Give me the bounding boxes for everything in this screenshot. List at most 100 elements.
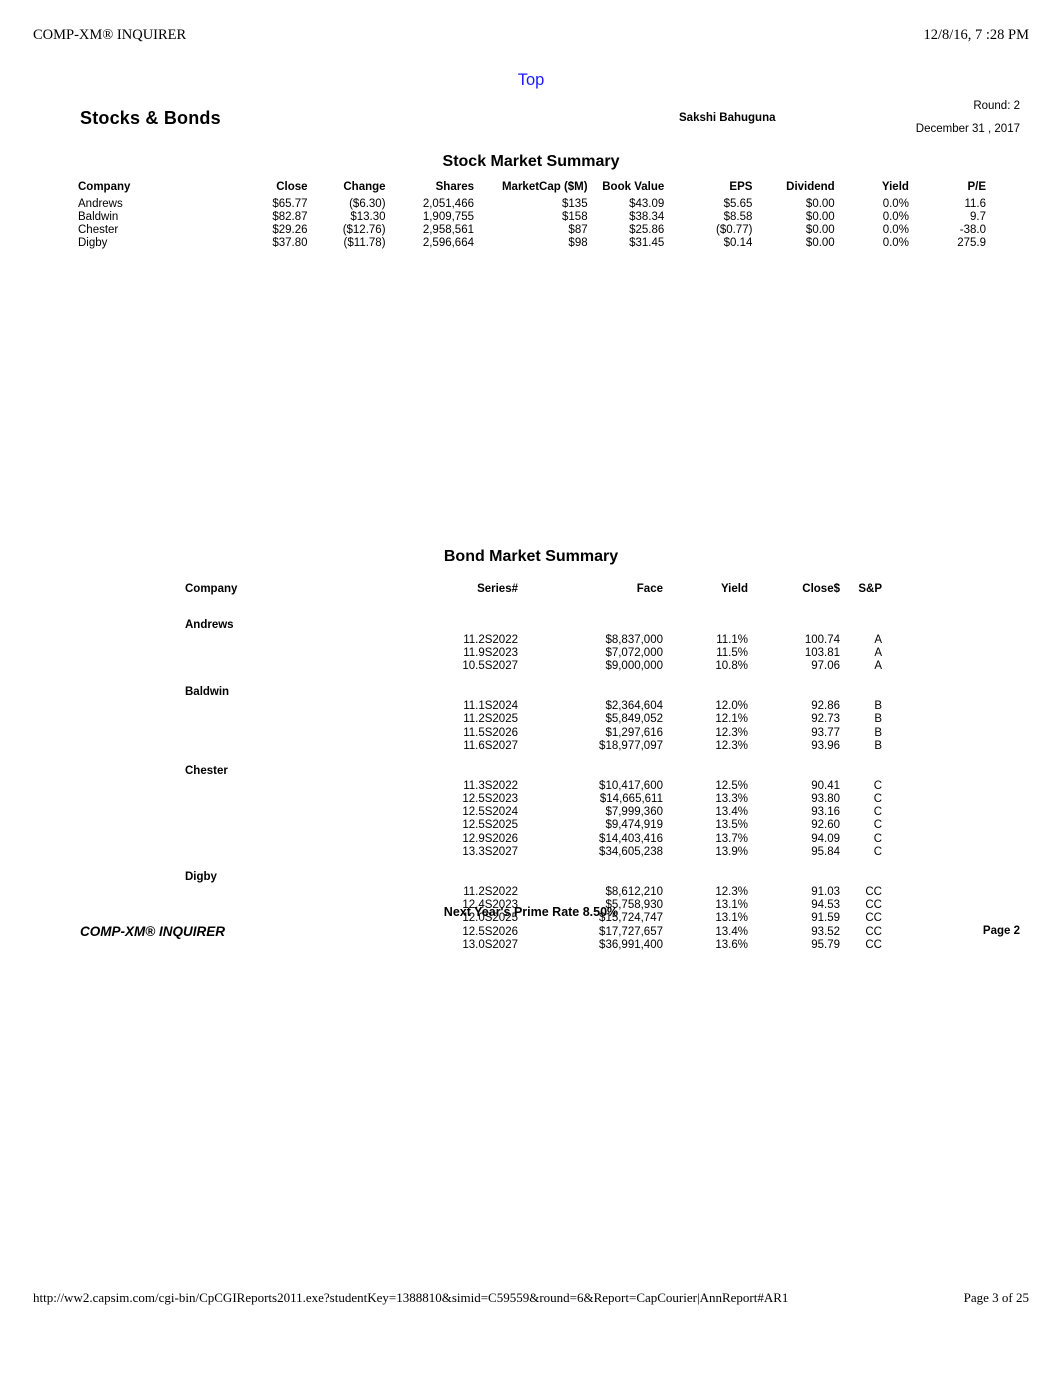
bond-cell-yield: 10.8% xyxy=(715,659,748,672)
bond-cell-sp: C xyxy=(873,806,882,819)
next-year-prime-rate: Next Year's Prime Rate 8.50% xyxy=(443,905,619,919)
bond-cell-yield: 13.4% xyxy=(715,806,748,819)
bond-cell-face: $14,403,416 xyxy=(599,832,663,845)
bond-cell-series: 11.5S2026 xyxy=(463,726,518,739)
bond-cell-series: 11.3S2022 xyxy=(463,779,518,792)
stock-col-yield: Yield xyxy=(881,181,909,193)
bond-cell-face: $10,417,600 xyxy=(599,779,663,792)
stock-col-book-value: Book Value xyxy=(602,181,665,193)
bond-group-company: Chester xyxy=(185,765,228,778)
bond-cell-face: $36,991,400 xyxy=(599,938,663,951)
bond-cell-close: 93.96 xyxy=(811,739,840,752)
bond-cell-close: 95.79 xyxy=(811,938,840,951)
bond-cell-company-indent xyxy=(185,806,375,819)
table-row: 11.2S2022 $8,837,000 11.1% 100.74 A xyxy=(185,633,882,646)
report-footer-page: Page 2 xyxy=(982,925,1020,937)
stock-cell-yield: 0.0% xyxy=(882,237,909,250)
bond-cell-face: $34,605,238 xyxy=(599,845,663,858)
bond-cell-close: 95.84 xyxy=(811,845,840,858)
table-row: 11.2S2025 $5,849,052 12.1% 92.73 B xyxy=(185,713,882,726)
bond-cell-series: 11.9S2023 xyxy=(463,646,518,659)
print-header-timestamp: 12/8/16, 7 :28 PM xyxy=(923,27,1029,43)
bond-cell-yield: 11.1% xyxy=(716,633,748,646)
table-row: 12.5S2023 $14,665,611 13.3% 93.80 C xyxy=(185,793,882,806)
stock-cell-marketcap: $87 xyxy=(568,223,588,236)
table-row: 13.0S2027 $36,991,400 13.6% 95.79 CC xyxy=(185,938,882,951)
bond-cell-sp: C xyxy=(873,845,882,858)
bond-cell-series: 13.0S2027 xyxy=(462,938,518,951)
bond-market-summary-table: Company Series# Face Yield Close$ S&P An… xyxy=(185,583,882,951)
stock-cell-company: Digby xyxy=(78,237,108,250)
stock-cell-dividend: $0.00 xyxy=(805,197,835,210)
stock-cell-pe: 11.6 xyxy=(964,197,986,210)
stock-cell-change: ($11.78) xyxy=(343,237,386,250)
stock-cell-dividend: $0.00 xyxy=(805,237,835,250)
stock-cell-company: Andrews xyxy=(78,197,123,210)
stock-market-summary-title: Stock Market Summary xyxy=(442,153,620,170)
bond-cell-face: $2,364,604 xyxy=(605,700,663,713)
bond-cell-company-indent xyxy=(185,819,375,832)
bond-cell-series: 12.5S2023 xyxy=(462,793,518,806)
bond-cell-yield: 12.3% xyxy=(715,886,748,899)
round-label: Round: 2 xyxy=(973,100,1020,112)
browser-print-footer: http://ww2.capsim.com/cgi-bin/CpCGIRepor… xyxy=(0,1290,1062,1312)
table-row: 11.6S2027 $18,977,097 12.3% 93.96 B xyxy=(185,739,882,752)
page-title: Stocks & Bonds xyxy=(80,108,221,128)
bond-cell-yield: 12.3% xyxy=(715,739,748,752)
bond-cell-yield: 12.5% xyxy=(715,779,748,792)
bond-cell-face: $1,297,616 xyxy=(605,726,663,739)
bond-cell-company-indent xyxy=(185,659,375,672)
bond-cell-sp: C xyxy=(873,832,882,845)
bond-cell-face: $8,837,000 xyxy=(605,633,663,646)
table-row: 12.5S2024 $7,999,360 13.4% 93.16 C xyxy=(185,806,882,819)
bond-group-header: Andrews xyxy=(185,611,882,633)
stock-cell-book-value: $25.86 xyxy=(629,223,665,236)
bond-cell-sp: CC xyxy=(865,938,882,951)
bond-cell-sp: A xyxy=(874,633,882,646)
table-row: Digby $37.80 ($11.78) 2,596,664 $98 $31.45 $0.… xyxy=(78,237,986,250)
bond-cell-close: 93.52 xyxy=(811,925,840,938)
bond-cell-yield: 12.3% xyxy=(715,726,748,739)
student-name: Sakshi Bahuguna xyxy=(679,112,776,124)
bond-col-close: Close$ xyxy=(802,583,840,595)
bond-cell-face: $8,612,210 xyxy=(605,886,663,899)
stock-col-shares: Shares xyxy=(435,181,474,193)
bond-cell-series: 11.2S2025 xyxy=(463,713,518,726)
table-row: 12.5S2026 $17,727,657 13.4% 93.52 CC xyxy=(185,925,882,938)
bond-cell-face: $18,977,097 xyxy=(599,739,663,752)
bond-group-header: Baldwin xyxy=(185,678,882,700)
stock-cell-dividend: $0.00 xyxy=(805,223,835,236)
bond-cell-series: 11.1S2024 xyxy=(463,700,518,713)
bond-col-sp: S&P xyxy=(858,583,882,595)
stock-cell-shares: 2,051,466 xyxy=(422,197,474,210)
bond-group-company: Andrews xyxy=(185,619,234,631)
bond-cell-company-indent xyxy=(185,726,375,739)
bond-group-header: Chester xyxy=(185,757,882,779)
table-row: 13.3S2027 $34,605,238 13.9% 95.84 C xyxy=(185,845,882,858)
top-anchor-link[interactable]: Top xyxy=(0,71,1062,90)
bond-cell-yield: 12.0% xyxy=(715,700,748,713)
bond-cell-face: $9,000,000 xyxy=(605,659,663,672)
bond-cell-close: 92.73 xyxy=(811,713,840,726)
bond-cell-company-indent xyxy=(185,739,375,752)
print-footer-page: Page 3 of 25 xyxy=(963,1290,1029,1305)
table-row: Andrews $65.77 ($6.30) 2,051,466 $135 $43.09 $… xyxy=(78,197,986,210)
bond-cell-yield: 13.3% xyxy=(715,793,748,806)
bond-col-face: Face xyxy=(636,583,663,595)
bond-col-company: Company xyxy=(185,583,238,595)
bond-cell-sp: CC xyxy=(865,886,882,899)
bond-col-series: Series# xyxy=(477,583,518,595)
bond-cell-face: $7,072,000 xyxy=(605,646,663,659)
bond-cell-sp: B xyxy=(874,713,882,726)
table-row: 10.5S2027 $9,000,000 10.8% 97.06 A xyxy=(185,659,882,672)
stock-col-dividend: Dividend xyxy=(786,181,835,193)
stock-cell-yield: 0.0% xyxy=(882,197,909,210)
stock-cell-shares: 2,958,561 xyxy=(422,223,474,236)
bond-group-company: Digby xyxy=(185,871,217,884)
table-row: Chester $29.26 ($12.76) 2,958,561 $87 $25.86 (… xyxy=(78,223,986,236)
bond-cell-series: 11.2S2022 xyxy=(463,886,518,899)
bond-cell-face: $5,849,052 xyxy=(605,713,663,726)
bond-cell-sp: B xyxy=(874,700,882,713)
bond-cell-series: 10.5S2027 xyxy=(462,659,518,672)
bond-cell-yield: 13.6% xyxy=(715,938,748,951)
